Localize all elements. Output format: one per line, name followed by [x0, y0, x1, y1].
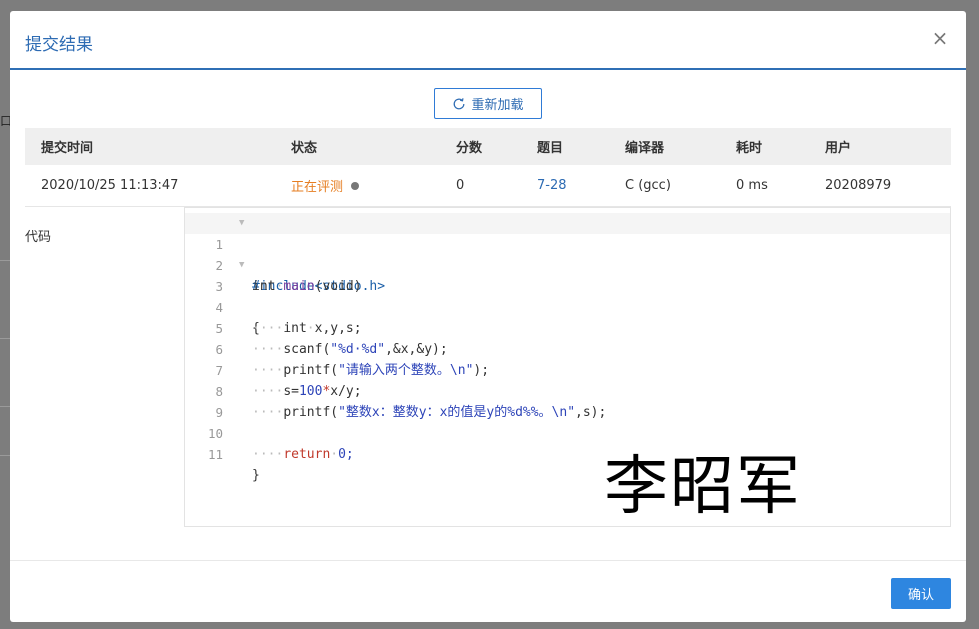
reload-button-label: 重新加载	[471, 98, 524, 113]
cell-user: 20208979	[825, 178, 892, 193]
cell-status: 正在评测	[291, 165, 360, 206]
refresh-icon	[454, 97, 465, 109]
cell-score: 0	[456, 178, 465, 193]
cell-duration: 0 ms	[736, 178, 768, 193]
submission-result-dialog: 提交结果 × 重新加载 提交时间 状态 分数 题目 编译器 耗时 用户 2020…	[10, 11, 966, 622]
table-header-row: 提交时间 状态 分数 题目 编译器 耗时 用户	[25, 128, 951, 165]
close-icon[interactable]: ×	[930, 28, 950, 48]
header-status: 状态	[291, 141, 318, 156]
code-line: 11 }	[185, 423, 950, 483]
backdrop-line	[0, 260, 10, 261]
header-problem: 题目	[537, 141, 564, 156]
status-text: 正在评测	[291, 180, 344, 195]
fold-arrow-icon[interactable]: ▼	[239, 255, 244, 276]
line-number: 11	[207, 447, 223, 462]
cell-submit-time: 2020/10/25 11:13:47	[41, 178, 179, 193]
indent-guide: ····	[252, 447, 284, 462]
author-name-overlay: 李昭军	[604, 450, 802, 524]
backdrop-line	[0, 455, 10, 456]
header-submit-time: 提交时间	[41, 141, 94, 156]
fold-arrow-icon[interactable]: ▼	[239, 213, 244, 234]
code-editor[interactable]: 1 ▼ #include<stdio.h> 2 int·main(void) 3…	[184, 207, 951, 527]
code-line: 5 ····scanf("%d·%d",&x,&y);	[185, 297, 950, 357]
code-line: 9	[185, 381, 950, 420]
backdrop-line	[0, 406, 10, 407]
status-dot-icon	[351, 181, 360, 190]
header-score: 分数	[456, 141, 483, 156]
header-duration: 耗时	[736, 141, 763, 156]
code-line: 8 ····printf("整数x：整数y：x的值是y的%d%%。\n",s);	[185, 360, 950, 420]
code-line: 6 ····printf("请输入两个整数。\n");	[185, 318, 950, 378]
cell-compiler: C (gcc)	[625, 178, 671, 193]
dialog-footer: 确认	[10, 560, 966, 622]
table-row: 2020/10/25 11:13:47 正在评测 0 7-28 C (gcc) …	[25, 165, 951, 207]
code-line: 3 ▼ {	[185, 255, 950, 336]
header-compiler: 编译器	[625, 141, 665, 156]
reload-button[interactable]: 重新加载	[434, 88, 542, 119]
code-line: 1 ▼ #include<stdio.h>	[185, 213, 950, 294]
dialog-header: 提交结果 ×	[10, 11, 966, 70]
code-line: 7 ····s=100*x/y;	[185, 339, 950, 399]
code-line: 2 int·main(void)	[185, 234, 950, 294]
code-text: return	[283, 447, 331, 462]
code-line: 10 ····return·0;	[185, 402, 950, 462]
dialog-title: 提交结果	[25, 35, 93, 55]
code-text: 0;	[338, 447, 354, 462]
code-label: 代码	[25, 230, 52, 245]
code-line: 4 ····int·x,y,s;	[185, 276, 950, 336]
problem-link[interactable]: 7-28	[537, 165, 567, 206]
confirm-button[interactable]: 确认	[891, 578, 951, 609]
backdrop-line	[0, 338, 10, 339]
code-text: }	[252, 468, 260, 483]
header-user: 用户	[825, 141, 852, 156]
submission-table: 提交时间 状态 分数 题目 编译器 耗时 用户 2020/10/25 11:13…	[25, 128, 951, 207]
